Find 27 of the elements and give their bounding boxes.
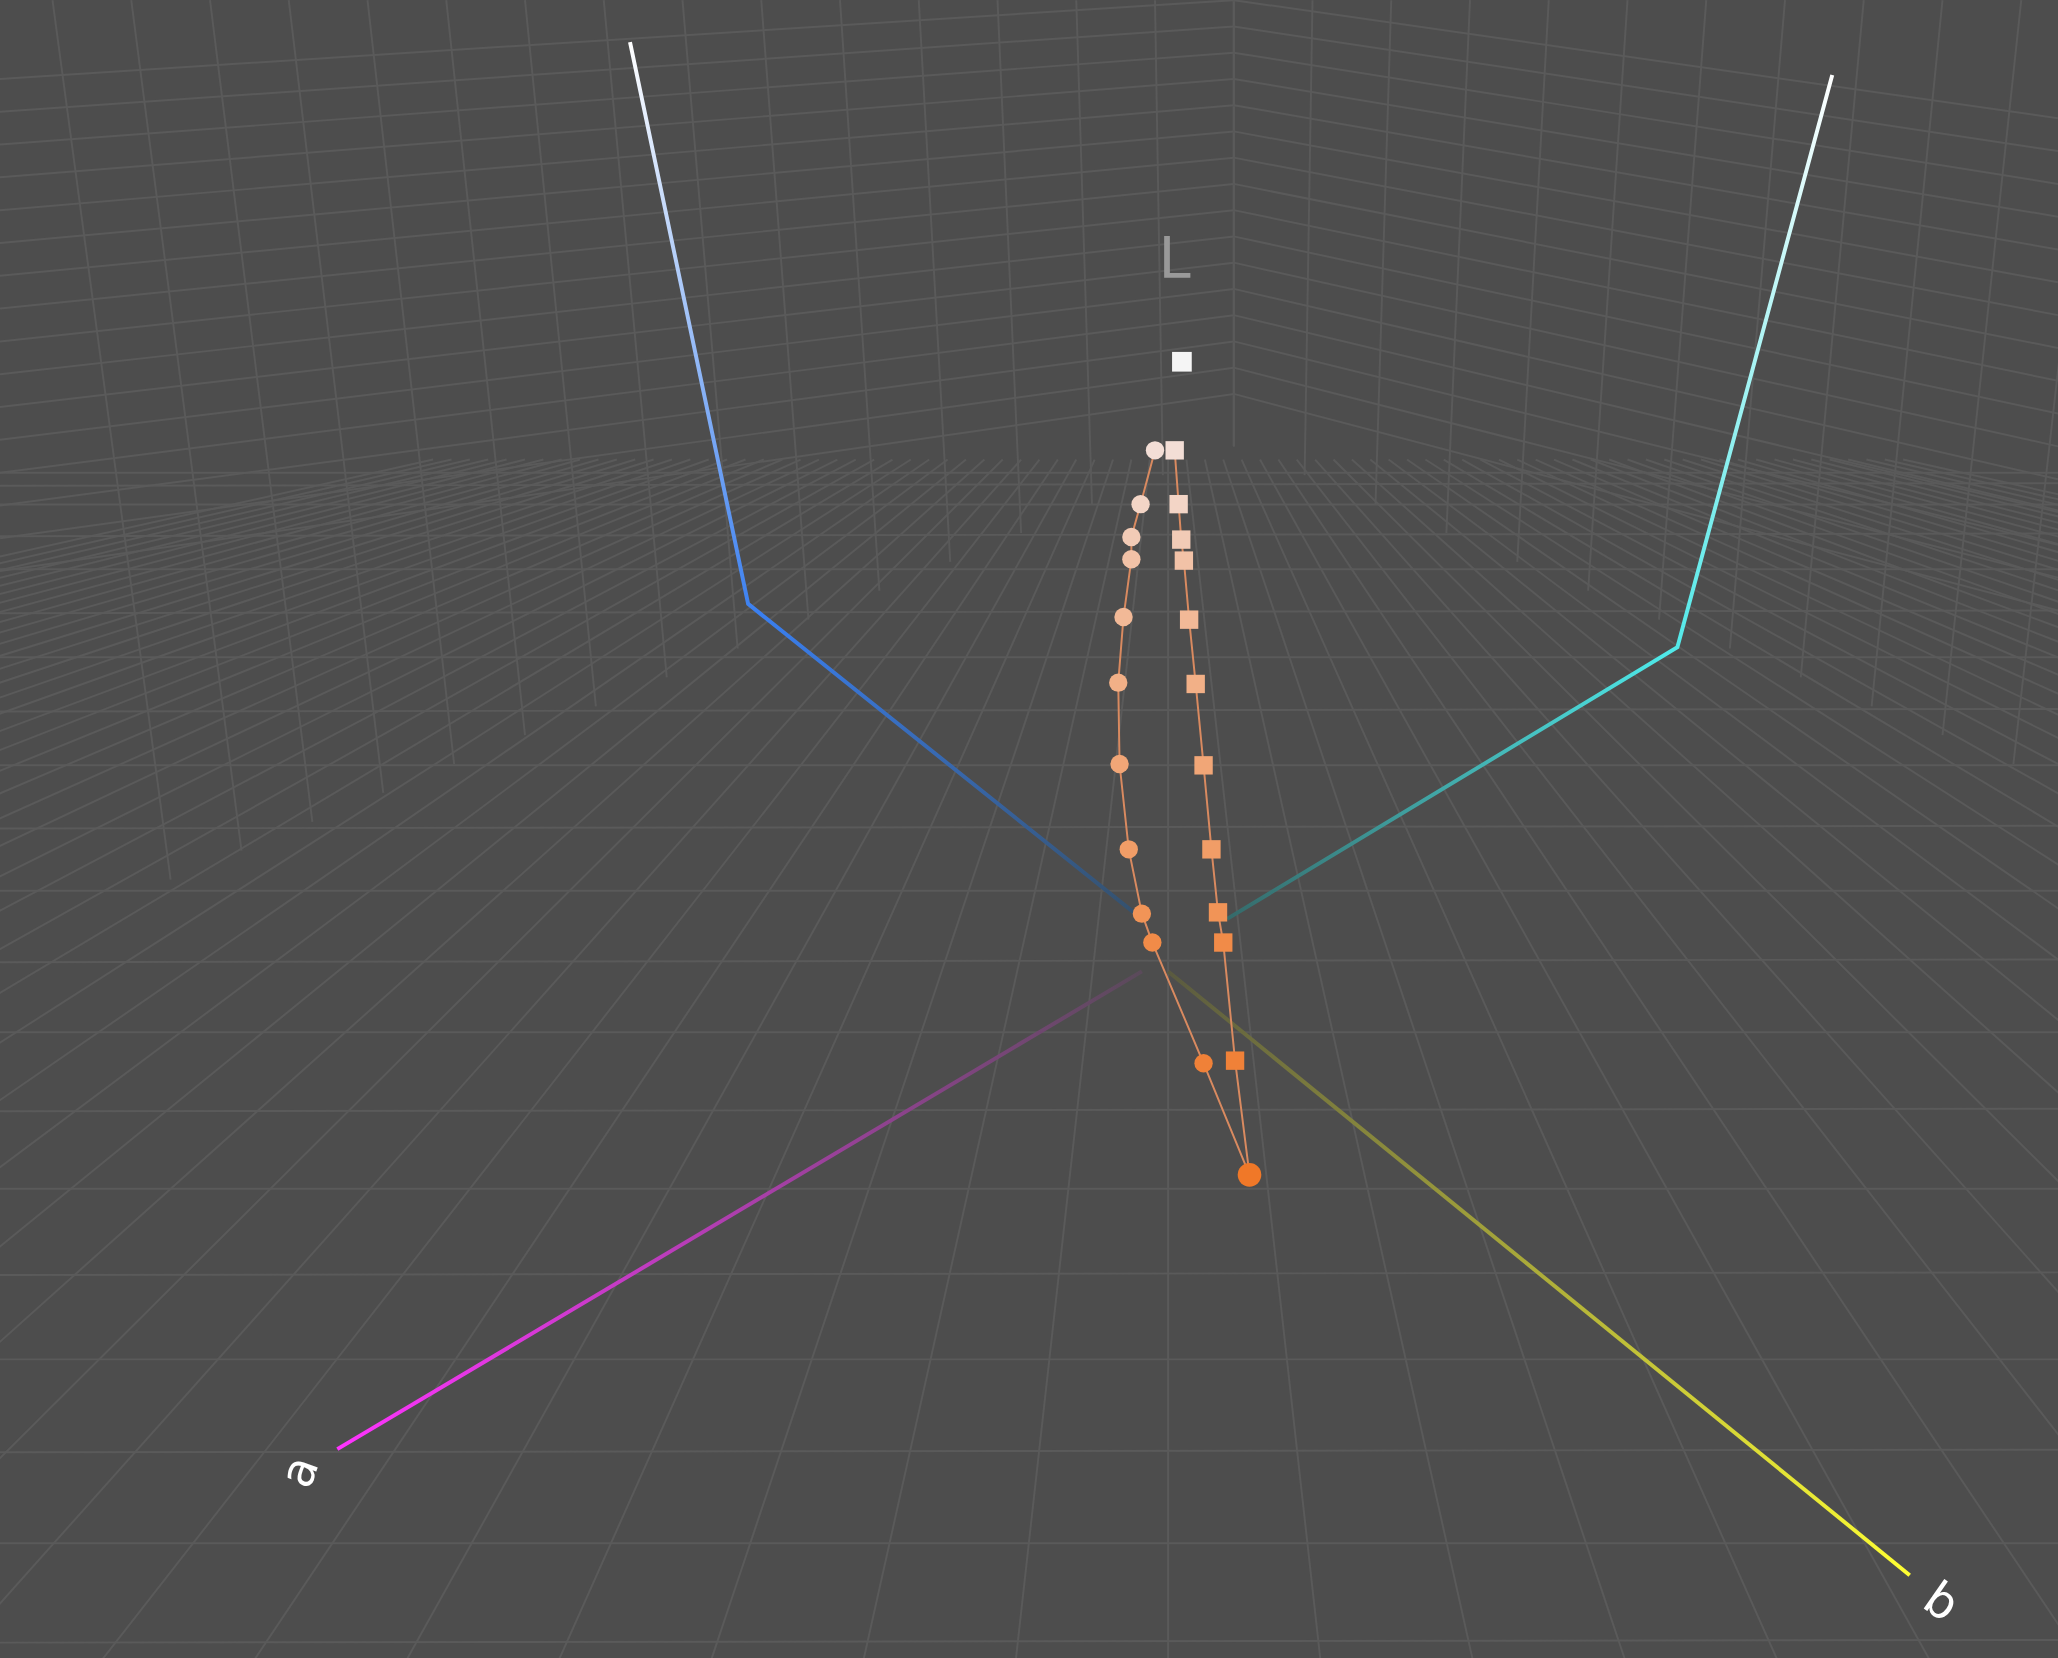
circle-marker xyxy=(1119,840,1138,859)
square-marker xyxy=(1169,494,1188,514)
circle-marker xyxy=(1122,527,1141,547)
square-marker xyxy=(1214,933,1233,952)
square-marker xyxy=(1202,840,1221,859)
circle-marker xyxy=(1145,441,1165,460)
square-marker xyxy=(1174,551,1194,570)
circle-marker xyxy=(1114,607,1133,627)
circle-marker xyxy=(1122,550,1141,569)
axis-label: b xyxy=(1913,1570,1970,1633)
square-marker xyxy=(1194,756,1213,775)
circle-marker xyxy=(1131,494,1150,514)
square-marker xyxy=(1225,1051,1245,1070)
square-marker xyxy=(1172,351,1192,372)
circle-marker xyxy=(1109,673,1128,692)
square-marker xyxy=(1208,903,1228,922)
color-space-plot[interactable]: L a b xyxy=(0,0,2058,1658)
circle-marker xyxy=(1132,904,1152,923)
circle-marker xyxy=(1237,1163,1262,1187)
square-marker xyxy=(1186,674,1205,694)
axis-label: L xyxy=(1158,224,1191,293)
axis-label: a xyxy=(267,1448,330,1495)
square-marker xyxy=(1179,610,1199,629)
circle-marker xyxy=(1143,933,1162,952)
circle-marker xyxy=(1110,754,1129,774)
square-marker xyxy=(1172,530,1191,549)
circle-marker xyxy=(1194,1054,1213,1073)
